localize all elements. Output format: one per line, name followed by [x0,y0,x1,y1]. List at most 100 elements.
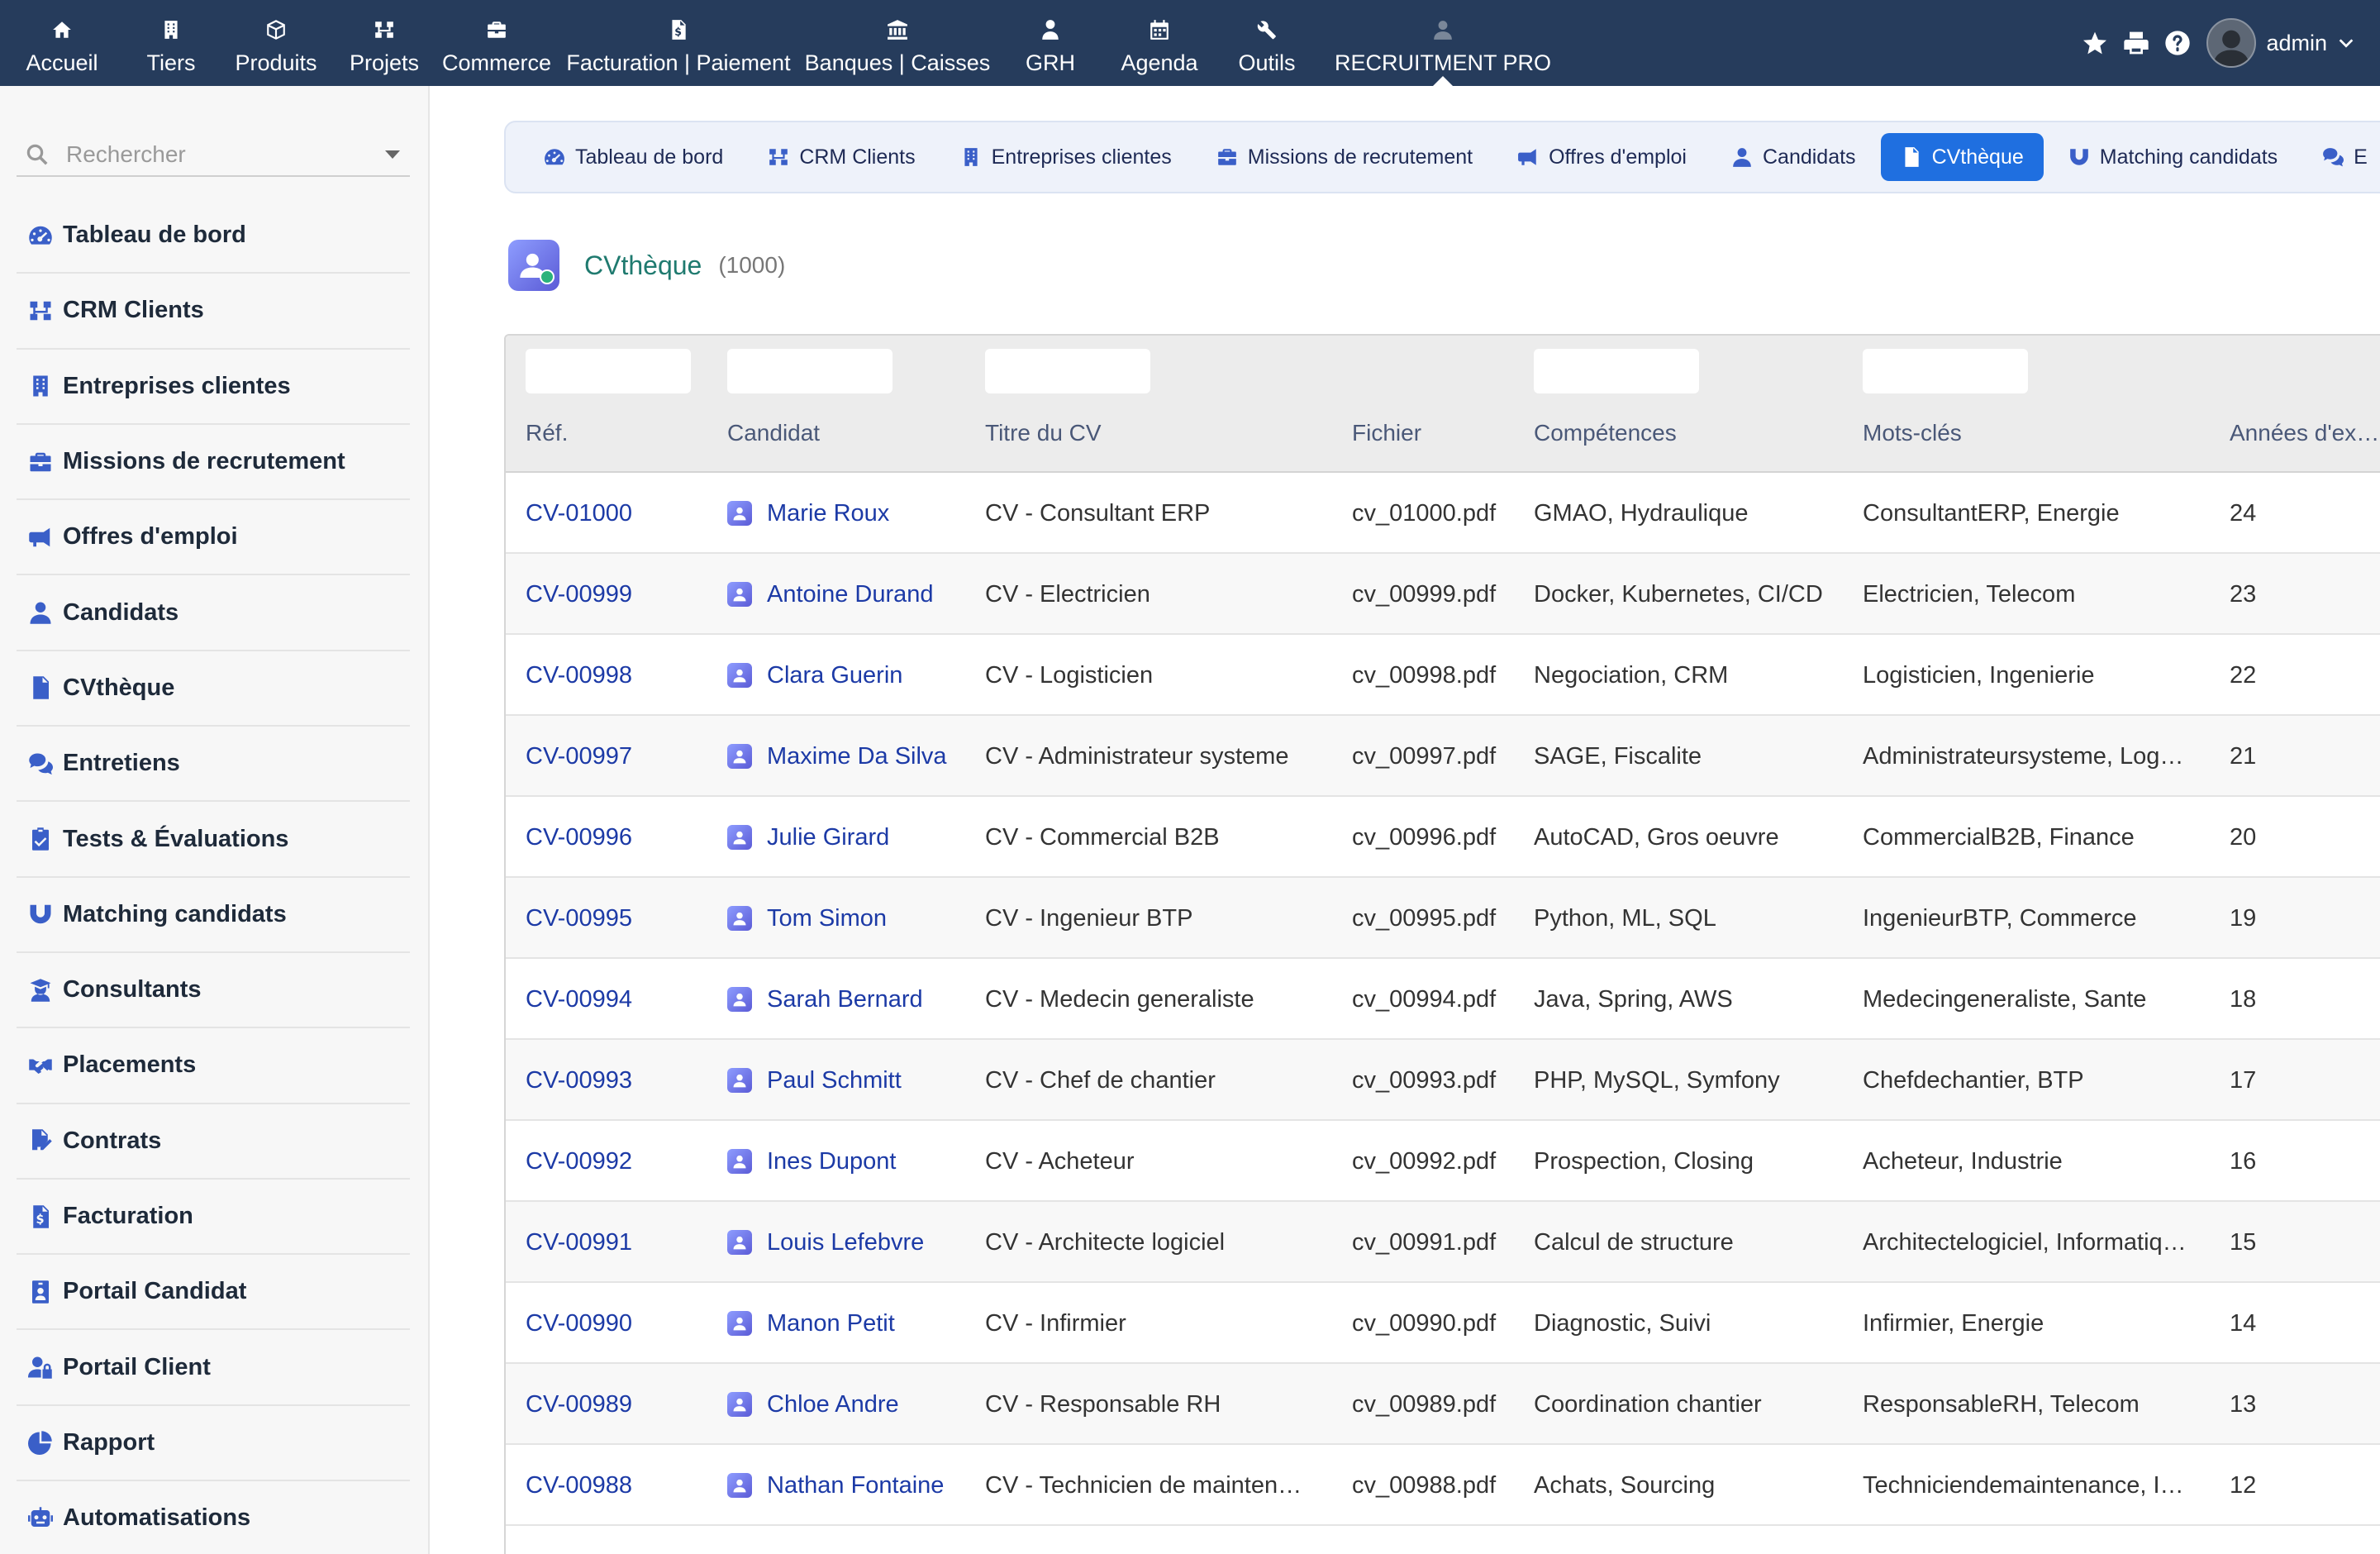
sidebar-item-portail-client[interactable]: Portail Client [17,1330,410,1406]
column-header-mots-cles[interactable]: Mots-clés [1863,420,1962,446]
table-row[interactable]: CV-00995 Tom Simon CV - Ingenieur BTP cv_00… [506,878,2380,959]
cv-title: CV - Technicien de mainten… [985,1471,1302,1499]
candidate-link[interactable]: Manon Petit [727,1283,975,1364]
candidate-link[interactable]: Louis Lefebvre [727,1202,975,1283]
sidebar-item-missions-de-recrutement[interactable]: Missions de recrutement [17,425,410,501]
table-row[interactable]: CV-00991 Louis Lefebvre CV - Architecte lo… [506,1202,2380,1283]
topnav-tiers[interactable]: Tiers [124,0,218,86]
sidebar-item-matching-candidats[interactable]: Matching candidats [17,878,410,953]
sidebar-item-tableau-de-bord[interactable]: Tableau de bord [17,198,410,274]
topnav-grh[interactable]: GRH [997,0,1104,86]
column-header-ref[interactable]: Réf. [526,420,568,446]
table-row[interactable]: CV-00988 Nathan Fontaine CV - Technicien d… [506,1445,2380,1526]
subnav-tab-tableau-de-bord[interactable]: Tableau de bord [524,133,743,181]
table-row[interactable]: CV-00996 Julie Girard CV - Commercial B2B c… [506,797,2380,878]
candidate-link[interactable]: Clara Guerin [727,635,975,716]
cv-ref-link[interactable]: CV-00991 [526,1202,716,1283]
candidate-link[interactable]: Tom Simon [727,878,975,959]
candidate-link[interactable]: Sarah Bernard [727,959,975,1040]
sidebar-item-facturation[interactable]: Facturation [17,1180,410,1256]
cv-ref-link[interactable]: CV-00997 [526,716,716,797]
subnav-tab-matching-candidats[interactable]: Matching candidats [2049,133,2297,181]
column-header-fichier[interactable]: Fichier [1352,420,1421,446]
subnav-tab-label: Matching candidats [2099,145,2278,169]
candidate-link[interactable]: Chloe Andre [727,1364,975,1445]
topnav-recruitment-pro[interactable]: RECRUITMENT PRO [1319,0,1567,86]
sidebar-item-entretiens[interactable]: Entretiens [17,727,410,803]
subnav-tab-cvtheque[interactable]: CVthèque [1880,133,2044,181]
column-filter-input[interactable] [727,349,892,393]
subnav-tab-crm-clients[interactable]: CRM Clients [748,133,935,181]
sidebar-item-automatisations[interactable]: Automatisations [17,1481,410,1554]
sidebar-item-candidats[interactable]: Candidats [17,575,410,651]
topnav-accueil[interactable]: Accueil [0,0,124,86]
print-icon[interactable] [2116,0,2157,86]
candidate-link[interactable]: Maxime Da Silva [727,716,975,797]
file-icon [33,676,49,700]
topnav-agenda[interactable]: Agenda [1104,0,1215,86]
table-row[interactable]: CV-00992 Ines Dupont CV - Acheteur cv_00992… [506,1121,2380,1202]
candidate-link[interactable]: Ines Dupont [727,1121,975,1202]
column-header-titre-du-cv[interactable]: Titre du CV [985,420,1102,446]
column-filter-input[interactable] [1863,349,2028,393]
sidebar-item-placements[interactable]: Placements [17,1028,410,1104]
candidate-link[interactable]: Nathan Fontaine [727,1445,975,1526]
topnav-facturation-paiement[interactable]: Facturation | Paiement [559,0,798,86]
cv-ref-link[interactable]: CV-01000 [526,473,716,554]
subnav-tab-missions-de-recrutement[interactable]: Missions de recrutement [1197,133,1492,181]
cv-ref-link[interactable]: CV-00990 [526,1283,716,1364]
search-dropdown-caret[interactable] [385,150,400,159]
subnav-tab-offres-d-emploi[interactable]: Offres d'emploi [1497,133,1706,181]
topnav-banques-caisses[interactable]: Banques | Caisses [798,0,997,86]
candidate-link[interactable]: Antoine Durand [727,554,975,635]
sidebar-item-offres-d-emploi[interactable]: Offres d'emploi [17,500,410,576]
cv-ref-link[interactable]: CV-00988 [526,1445,716,1526]
column-filter-input[interactable] [526,349,691,393]
column-header-competences[interactable]: Compétences [1534,420,1677,446]
table-row[interactable]: CV-00989 Chloe Andre CV - Responsable RH cv… [506,1364,2380,1445]
sidebar-item-rapport[interactable]: Rapport [17,1406,410,1482]
table-row[interactable]: CV-01000 Marie Roux CV - Consultant ERP cv_… [506,473,2380,554]
table-row[interactable]: CV-00990 Manon Petit CV - Infirmier cv_0099… [506,1283,2380,1364]
topnav-projets[interactable]: Projets [334,0,435,86]
topnav-produits[interactable]: Produits [218,0,334,86]
help-icon[interactable] [2157,0,2198,86]
topnav-outils[interactable]: Outils [1215,0,1319,86]
user-menu[interactable]: admin [2198,18,2380,68]
briefcase-icon [1217,149,1236,165]
topnav-commerce[interactable]: Commerce [435,0,559,86]
cv-ref-link[interactable]: CV-00993 [526,1040,716,1121]
search-input[interactable] [66,141,380,168]
column-header-candidat[interactable]: Candidat [727,420,820,446]
candidate-link[interactable]: Julie Girard [727,797,975,878]
bookmark-star-icon[interactable] [2074,0,2116,86]
table-row[interactable]: CV-00994 Sarah Bernard CV - Medecin genera… [506,959,2380,1040]
column-header-annees-d-ex[interactable]: Années d'ex… [2230,420,2379,446]
sidebar-item-contrats[interactable]: Contrats [17,1104,410,1180]
table-row[interactable]: CV-00999 Antoine Durand CV - Electricien cv… [506,554,2380,635]
sidebar-item-entreprises-clientes[interactable]: Entreprises clientes [17,350,410,425]
cv-ref-link[interactable]: CV-00992 [526,1121,716,1202]
sidebar-item-tests-evaluations[interactable]: Tests & Évaluations [17,802,410,878]
candidate-link[interactable]: Paul Schmitt [727,1040,975,1121]
sidebar-item-cvtheque[interactable]: CVthèque [17,651,410,727]
cv-ref-link[interactable]: CV-00996 [526,797,716,878]
sidebar-item-portail-candidat[interactable]: Portail Candidat [17,1255,410,1331]
subnav-tab-candidats[interactable]: Candidats [1711,133,1876,181]
years-experience: 18 [2230,985,2257,1013]
cv-ref-link[interactable]: CV-00998 [526,635,716,716]
table-row[interactable]: CV-00993 Paul Schmitt CV - Chef de chantie… [506,1040,2380,1121]
candidate-link[interactable]: Marie Roux [727,473,975,554]
cv-ref-link[interactable]: CV-00995 [526,878,716,959]
column-filter-input[interactable] [1534,349,1699,393]
cv-ref-link[interactable]: CV-00989 [526,1364,716,1445]
cv-ref-link[interactable]: CV-00994 [526,959,716,1040]
column-filter-input[interactable] [985,349,1150,393]
sidebar-item-crm-clients[interactable]: CRM Clients [17,274,410,350]
sidebar-item-consultants[interactable]: Consultants [17,953,410,1029]
cv-ref-link[interactable]: CV-00999 [526,554,716,635]
table-row[interactable]: CV-00998 Clara Guerin CV - Logisticien cv_0… [506,635,2380,716]
subnav-tab-e[interactable]: E [2302,133,2380,181]
table-row[interactable]: CV-00997 Maxime Da Silva CV - Administrate… [506,716,2380,797]
subnav-tab-entreprises-clientes[interactable]: Entreprises clientes [940,133,1192,181]
